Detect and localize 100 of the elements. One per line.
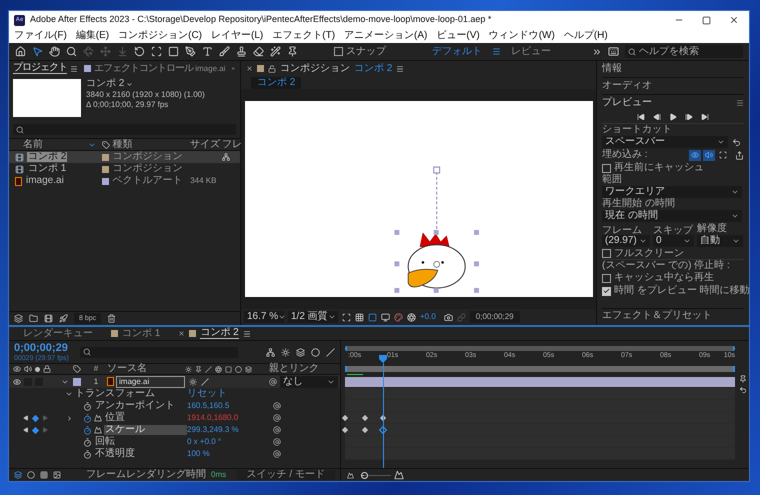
- layer-search-field[interactable]: [80, 346, 238, 358]
- close-icon[interactable]: [178, 330, 186, 337]
- keyframe-icon[interactable]: [362, 427, 368, 433]
- menu-item[interactable]: ファイル(F): [14, 31, 67, 41]
- layer-switches-icon[interactable]: [14, 471, 22, 479]
- column-header[interactable]: 名前: [23, 140, 43, 150]
- property-group-name[interactable]: トランスフォーム: [75, 389, 187, 399]
- column-header[interactable]: 親とリンク: [269, 364, 319, 374]
- marker-icon[interactable]: [739, 375, 747, 383]
- exposure-icon[interactable]: [407, 312, 416, 322]
- stopwatch-icon[interactable]: [83, 426, 92, 434]
- panel-tab[interactable]: コンポ 2: [200, 328, 239, 339]
- project-item[interactable]: コンポ 1 コンポジション: [9, 163, 240, 175]
- composition-icon[interactable]: [44, 314, 53, 323]
- resolution-dropdown[interactable]: 自動: [697, 235, 743, 247]
- color-channels-icon[interactable]: [394, 312, 403, 322]
- current-time-field[interactable]: 0;00;00;29: [470, 311, 520, 323]
- fullscreen-checkbox[interactable]: [602, 249, 611, 258]
- magnification-dropdown[interactable]: 16.7 %: [244, 311, 284, 323]
- cache-checkbox[interactable]: [602, 164, 611, 172]
- type-icon[interactable]: [202, 46, 213, 57]
- skip-forward-icon[interactable]: [701, 113, 709, 121]
- skip-back-icon[interactable]: [637, 113, 645, 121]
- eye-icon[interactable]: [13, 378, 21, 386]
- menu-item[interactable]: ウィンドウ(W): [488, 31, 555, 41]
- panel-header[interactable]: オーディオ: [602, 81, 652, 91]
- anchor-point-marker[interactable]: [432, 260, 440, 268]
- step-back-icon[interactable]: [653, 113, 661, 121]
- option-checkbox[interactable]: [602, 286, 611, 296]
- keyframe-toggle-icon[interactable]: [32, 426, 38, 434]
- parent-dropdown[interactable]: なし: [280, 376, 338, 388]
- panel-tab[interactable]: レンダーキュー: [23, 328, 93, 338]
- panel-tab[interactable]: エフェクトコントロール image.ai: [94, 64, 226, 74]
- grid-icon[interactable]: [355, 312, 364, 322]
- layer-bounding-box[interactable]: [394, 230, 478, 293]
- eraser-icon[interactable]: [253, 46, 264, 57]
- zoom-icon[interactable]: [66, 46, 77, 57]
- frame-rate-dropdown[interactable]: (29.97): [602, 235, 650, 247]
- stopwatch-icon[interactable]: [83, 438, 92, 446]
- brush-icon[interactable]: [219, 46, 230, 57]
- menu-item[interactable]: エフェクト(T): [272, 31, 336, 41]
- current-time[interactable]: 0;00;00;29: [14, 342, 74, 354]
- pickwhip-icon[interactable]: [273, 414, 281, 422]
- close-icon[interactable]: [246, 65, 253, 72]
- menu-item[interactable]: アニメーション(A): [344, 31, 428, 41]
- zoom-in-icon[interactable]: [394, 470, 404, 480]
- skip-dropdown[interactable]: 0: [653, 235, 694, 247]
- reset-icon[interactable]: [732, 138, 741, 146]
- layer-name-field[interactable]: image.ai: [116, 376, 185, 388]
- property-name[interactable]: 不透明度: [94, 449, 136, 459]
- embed-toggle[interactable]: [717, 150, 729, 160]
- export-icon[interactable]: [735, 150, 744, 160]
- panel-header[interactable]: エフェクト＆プリセット: [602, 311, 712, 321]
- start-time-dropdown[interactable]: 現在 の時間: [602, 210, 742, 222]
- flowchart-icon[interactable]: [266, 348, 275, 356]
- option-checkbox[interactable]: [602, 274, 611, 282]
- dashed-frame-icon[interactable]: [151, 46, 162, 57]
- property-value[interactable]: 299.3,249.3 %: [187, 426, 273, 434]
- menu-item[interactable]: レイヤー(L): [211, 31, 264, 41]
- exposure-value[interactable]: +0.0: [420, 313, 436, 321]
- zoom-out-icon[interactable]: [347, 472, 354, 478]
- panel-tab[interactable]: プロジェクト: [13, 63, 67, 74]
- property-value[interactable]: 160.5,160.5: [187, 402, 273, 410]
- switches-modes-toggle[interactable]: スイッチ / モード: [236, 470, 335, 480]
- stopwatch-icon[interactable]: [83, 402, 92, 410]
- menu-item[interactable]: ヘルプ(H): [564, 31, 608, 41]
- property-value[interactable]: 100 %: [187, 450, 273, 458]
- project-search-field[interactable]: [13, 124, 236, 135]
- step-forward-icon[interactable]: [685, 113, 693, 121]
- column-header[interactable]: サイズ: [190, 140, 222, 150]
- expand-caret-icon[interactable]: [65, 390, 73, 398]
- close-icon[interactable]: [729, 15, 739, 25]
- rectangle-icon[interactable]: [168, 46, 179, 57]
- folder-icon[interactable]: [29, 314, 38, 323]
- maximize-icon[interactable]: [702, 16, 711, 24]
- label-color-swatch[interactable]: [73, 378, 81, 386]
- workspace-tab[interactable]: レビュー: [511, 46, 551, 56]
- project-item[interactable]: コンポ 2 コンポジション: [9, 151, 240, 163]
- property-value[interactable]: 0 x +0.0 °: [187, 438, 273, 446]
- layer-duration-bar[interactable]: [345, 376, 735, 386]
- snap-checkbox[interactable]: [334, 47, 343, 56]
- camera-icon[interactable]: [444, 312, 453, 322]
- lock-icon[interactable]: [268, 64, 276, 72]
- pin-icon[interactable]: [287, 46, 298, 57]
- pickwhip-icon[interactable]: [273, 450, 281, 458]
- play-icon[interactable]: [669, 113, 677, 121]
- wand-icon[interactable]: [270, 46, 281, 57]
- playhead-handle[interactable]: [378, 355, 387, 363]
- overflow-icon[interactable]: [592, 46, 602, 56]
- reset-link[interactable]: リセット: [187, 389, 227, 399]
- range-dropdown[interactable]: ワークエリア: [602, 186, 742, 198]
- stamp-icon[interactable]: [236, 46, 247, 57]
- trash-icon[interactable]: [107, 314, 116, 323]
- menu-icon[interactable]: [242, 330, 251, 338]
- menu-item[interactable]: 編集(E): [76, 31, 110, 41]
- home-icon[interactable]: [15, 46, 26, 57]
- column-header[interactable]: 種類: [112, 140, 190, 150]
- viewer-tab[interactable]: コンポ 2: [251, 76, 302, 88]
- menu-item[interactable]: コンポジション(C): [118, 31, 202, 41]
- rotate-arrow-icon[interactable]: [134, 46, 145, 57]
